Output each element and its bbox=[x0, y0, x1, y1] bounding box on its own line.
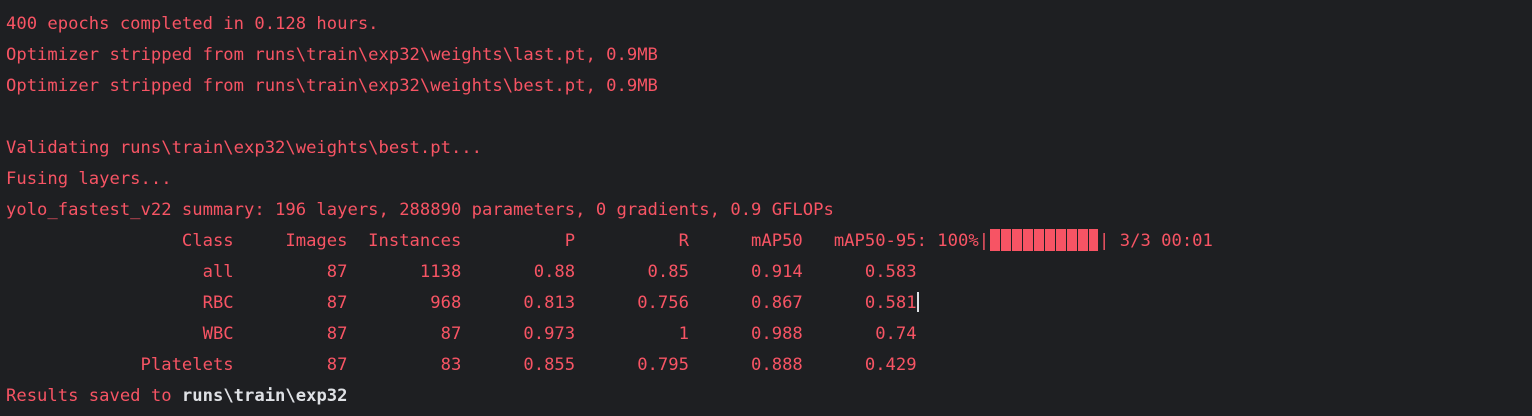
table-row: Platelets 87 83 0.855 0.795 0.888 0.429 bbox=[6, 355, 917, 375]
table-header-text: Class Images Instances P R mAP50 mAP50-9… bbox=[6, 231, 990, 251]
table-row: WBC 87 87 0.973 1 0.988 0.74 bbox=[6, 324, 917, 344]
console-line: Validating runs\train\exp32\weights\best… bbox=[6, 138, 482, 158]
validation-table-header: Class Images Instances P R mAP50 mAP50-9… bbox=[6, 226, 1213, 257]
table-row: all 87 1138 0.88 0.85 0.914 0.583 bbox=[6, 262, 917, 282]
console-line: yolo_fastest_v22 summary: 196 layers, 28… bbox=[6, 200, 834, 220]
console-line: Fusing layers... bbox=[6, 169, 172, 189]
progress-bar bbox=[990, 229, 1099, 251]
table-row-text: RBC 87 968 0.813 0.756 0.867 0.581 bbox=[6, 293, 917, 313]
console-line: 400 epochs completed in 0.128 hours. bbox=[6, 14, 379, 34]
results-line: Results saved to runs\train\exp32 bbox=[6, 381, 348, 412]
console-line: Optimizer stripped from runs\train\exp32… bbox=[6, 76, 658, 96]
progress-suffix: | 3/3 00:01 bbox=[1099, 231, 1213, 251]
table-row: RBC 87 968 0.813 0.756 0.867 0.581 bbox=[6, 288, 919, 319]
terminal-output[interactable]: 400 epochs completed in 0.128 hours. Opt… bbox=[0, 0, 1532, 416]
results-path-link[interactable]: runs\train\exp32 bbox=[182, 386, 348, 406]
results-prefix: Results saved to bbox=[6, 386, 182, 406]
console-line: Optimizer stripped from runs\train\exp32… bbox=[6, 45, 658, 65]
text-cursor bbox=[916, 292, 919, 312]
